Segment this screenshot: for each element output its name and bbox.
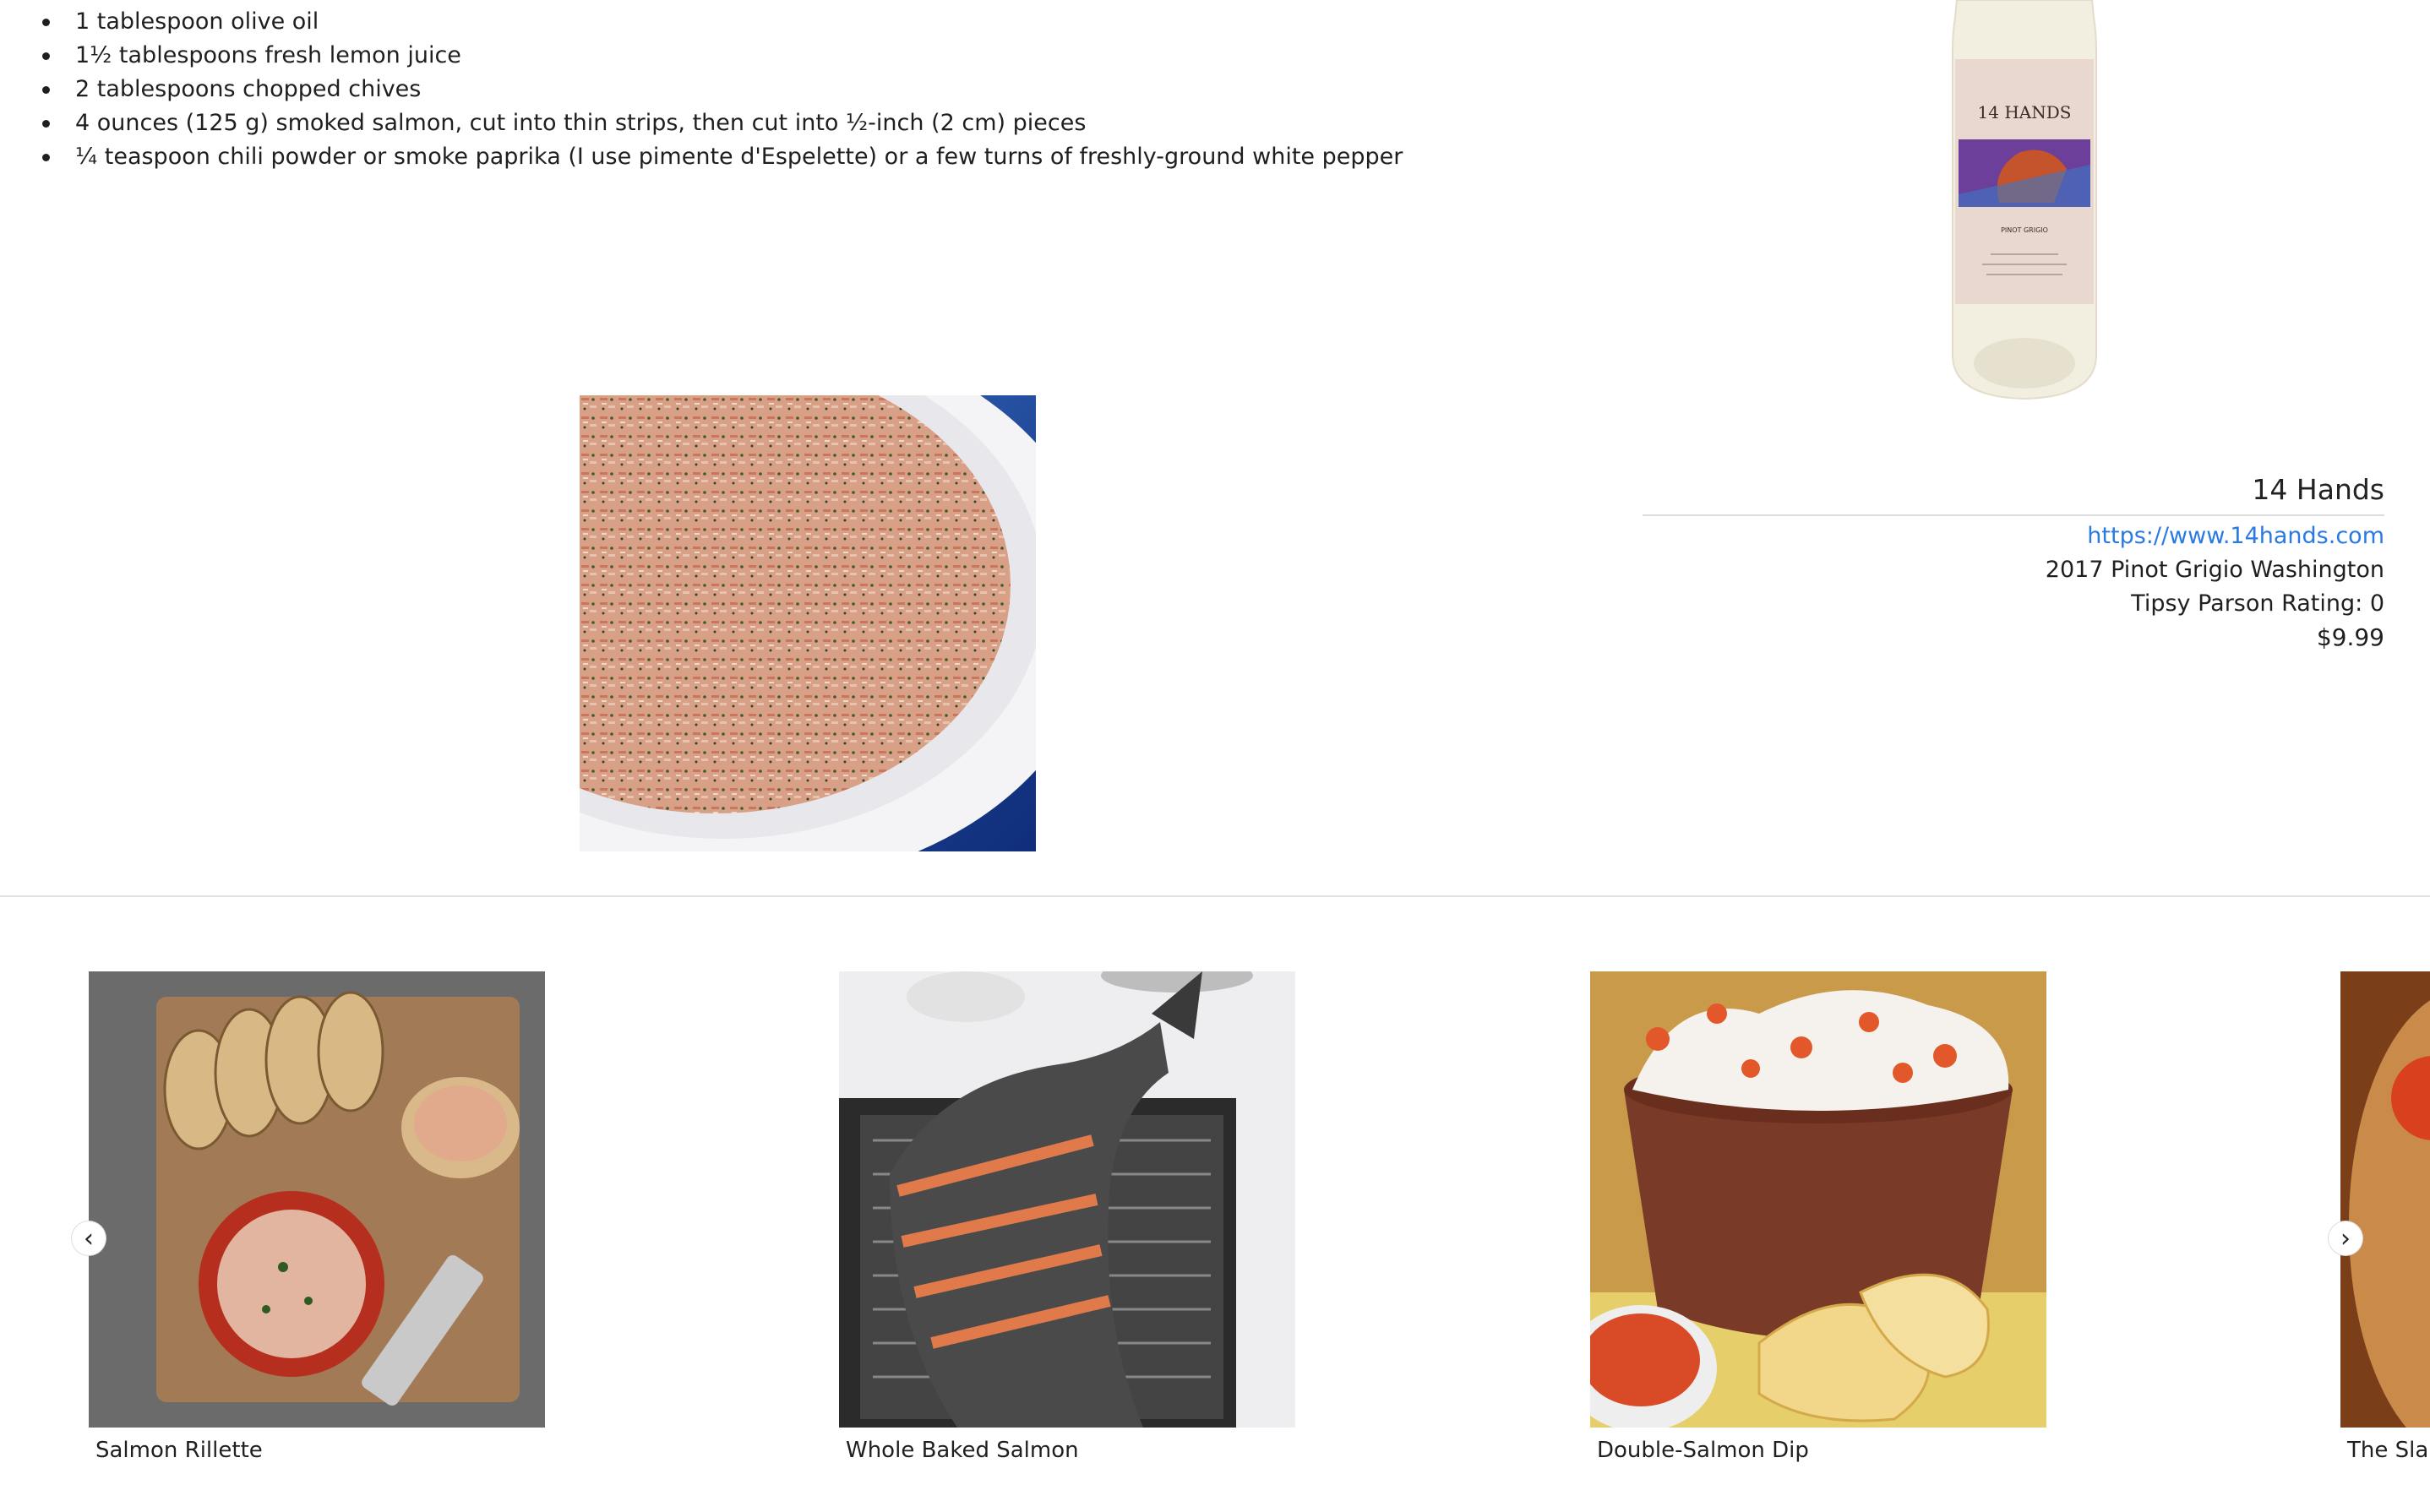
ingredient-item: 1½ tablespoons fresh lemon juice (42, 39, 1403, 73)
wine-rating: Tipsy Parson Rating: 0 (2131, 590, 2384, 617)
related-recipe-image (2340, 971, 2430, 1428)
section-divider (0, 895, 2430, 897)
ingredient-item: 1 tablespoon olive oil (42, 5, 1403, 39)
related-recipe-title[interactable]: Double-Salmon Dip (1597, 1438, 2046, 1463)
bottle-brand-text: 14 HANDS (1978, 102, 2072, 122)
wine-bottle-image: 14 HANDS PINOT GRIGIO (1940, 0, 2109, 404)
wine-vintage: 2017 Pinot Grigio Washington (2045, 557, 2384, 583)
related-recipes-carousel: Salmon Rillette Whole Baked Salmon Doubl… (0, 971, 2430, 1512)
chevron-left-icon[interactable]: ‹ (72, 1221, 106, 1255)
related-recipe-title[interactable]: Salmon Rillette (95, 1438, 545, 1463)
related-recipe-card[interactable]: Salmon Rillette (89, 971, 545, 1463)
related-recipe-card[interactable]: The Slan (2340, 971, 2430, 1463)
related-recipe-image (839, 971, 1295, 1428)
wine-price: $9.99 (2316, 623, 2384, 651)
wine-website-link[interactable]: https://www.14hands.com (1643, 519, 2384, 553)
related-recipe-image (1590, 971, 2046, 1428)
dish-photo (580, 395, 1036, 851)
ingredient-item: ¼ teaspoon chili powder or smoke paprika… (42, 140, 1403, 174)
bottle-varietal-text: PINOT GRIGIO (2001, 226, 2048, 234)
chevron-right-icon[interactable]: › (2329, 1221, 2362, 1255)
wine-name: 14 Hands (1643, 469, 2384, 516)
related-recipe-card[interactable]: Double-Salmon Dip (1590, 971, 2046, 1463)
related-recipe-title[interactable]: Whole Baked Salmon (846, 1438, 1295, 1463)
ingredient-item: 2 tablespoons chopped chives (42, 73, 1403, 106)
related-recipe-title[interactable]: The Slan (2347, 1438, 2430, 1463)
ingredient-list: 1 tablespoon olive oil 1½ tablespoons fr… (42, 5, 1403, 174)
ingredient-item: 4 ounces (125 g) smoked salmon, cut into… (42, 106, 1403, 140)
related-recipe-card[interactable]: Whole Baked Salmon (839, 971, 1295, 1463)
related-recipe-image (89, 971, 545, 1428)
wine-info: 14 Hands https://www.14hands.com 2017 Pi… (1643, 469, 2384, 655)
